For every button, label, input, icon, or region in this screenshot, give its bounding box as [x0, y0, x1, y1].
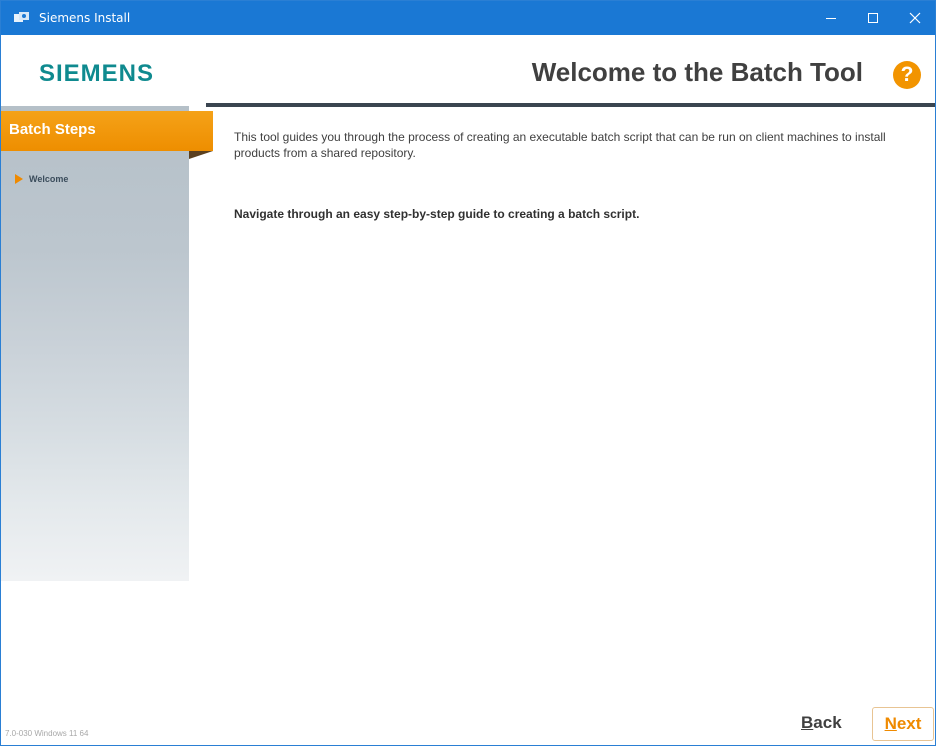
page-title: Welcome to the Batch Tool [531, 57, 863, 87]
back-mnemonic: B [801, 713, 814, 732]
sidebar-item-label: Welcome [29, 174, 69, 184]
batch-steps-header: Batch Steps [1, 111, 213, 151]
minimize-icon [826, 18, 836, 19]
batch-steps-label: Batch Steps [9, 121, 96, 138]
close-icon [909, 12, 921, 24]
current-step-arrow-icon [15, 174, 23, 184]
version-label: 7.0-030 Windows 11 64 [5, 729, 89, 738]
siemens-install-icon [14, 12, 29, 22]
window-title: Siemens Install [39, 11, 131, 25]
steps-header-fold [189, 151, 213, 159]
back-button[interactable]: Back [801, 713, 842, 733]
maximize-icon [868, 13, 878, 23]
main-content: This tool guides you through the process… [234, 129, 924, 221]
header-divider [206, 103, 935, 107]
title-bar: Siemens Install [1, 1, 935, 35]
help-icon[interactable]: ? [893, 61, 921, 89]
next-mnemonic: N [884, 714, 897, 733]
maximize-button[interactable] [853, 1, 893, 35]
close-button[interactable] [895, 1, 935, 35]
next-label: ext [896, 714, 922, 733]
sidebar-item-welcome[interactable]: Welcome [15, 169, 68, 189]
header: SIEMENS Welcome to the Batch Tool ? [1, 35, 935, 103]
installer-window: Siemens Install SIEMENS Welcome to the B… [0, 0, 936, 746]
help-symbol: ? [900, 63, 914, 86]
minimize-button[interactable] [811, 1, 851, 35]
siemens-logo: SIEMENS [39, 60, 155, 87]
intro-text: This tool guides you through the process… [234, 130, 886, 160]
back-label: ack [813, 713, 842, 732]
navigate-text: Navigate through an easy step-by-step gu… [234, 207, 640, 221]
next-button[interactable]: Next [872, 707, 934, 741]
